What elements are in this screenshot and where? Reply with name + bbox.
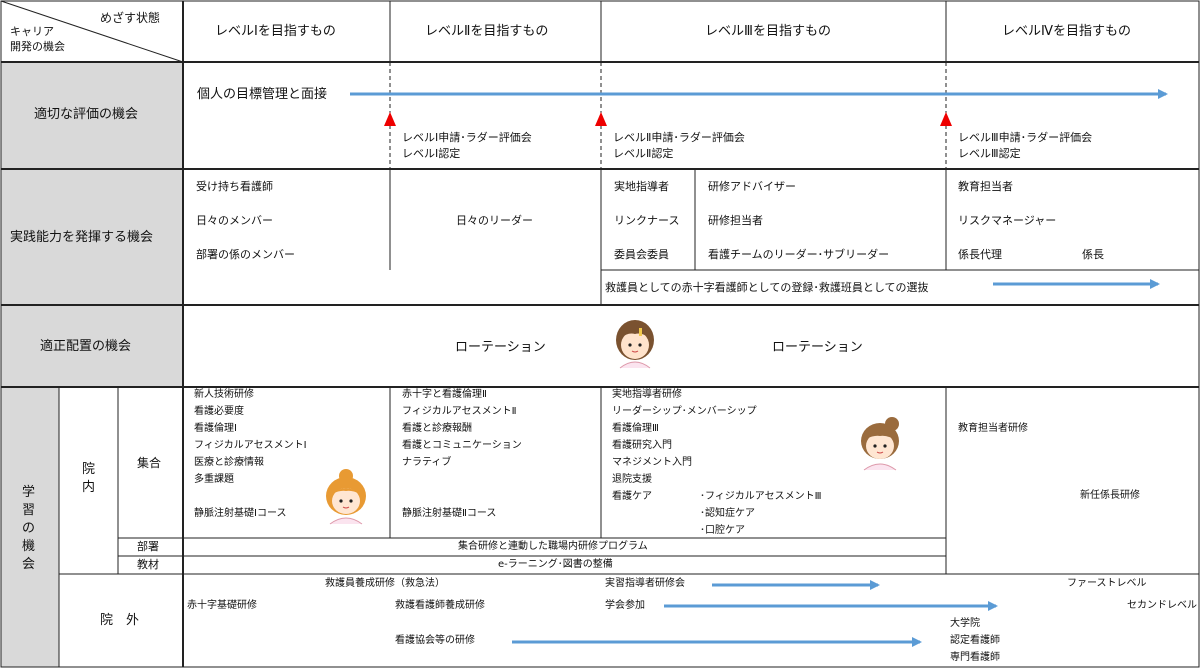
learning-c1-item-3: 看護倫理Ⅰ (194, 423, 237, 434)
learning-innai-char-2: 内 (82, 480, 96, 495)
lv3-certification: レベルⅢ認定 (958, 147, 1021, 160)
learning-busho-label: 部署 (137, 540, 159, 553)
nurse-character-orange-icon (326, 469, 366, 525)
learning-c3-item-7: 看護ケア (612, 491, 652, 502)
row-learning-char-4: 機 (22, 539, 36, 554)
practice-rescue-text: 救護員としての赤十字看護師としての登録･救護班員としての選抜 (605, 281, 929, 294)
learning-c3-item-3: 看護倫理Ⅲ (612, 423, 659, 434)
lv1-marker (384, 112, 396, 126)
learning-c3-item-5: マネジメント入門 (612, 457, 692, 468)
learning-c2-item-6: 静脈注射基礎Ⅱコース (402, 508, 497, 519)
learning-c4-item-2: 新任係長研修 (1080, 490, 1140, 501)
level-1-header: レベルⅠを目指すもの (215, 24, 336, 39)
learning-c3-care-2: ･認知症ケア (700, 508, 755, 519)
learning-c1-item-5: 医療と診療情報 (194, 457, 264, 468)
lv1-application: レベルⅠ申請･ラダー評価会 (402, 131, 532, 144)
practice-col4-item-3: 係長代理 (958, 248, 1002, 261)
learning-c1-item-2: 看護必要度 (194, 406, 244, 417)
row-learning-char-3: の (22, 521, 36, 536)
row-placement-label: 適正配置の機会 (40, 339, 132, 354)
corner-career-label: キャリア (10, 25, 54, 38)
row-learning-char-1: 学 (22, 485, 36, 500)
lv2-marker (595, 112, 607, 126)
practice-col3a-item-3: 委員会委員 (614, 248, 669, 261)
practice-col3b-item-2: 研修担当者 (708, 214, 763, 227)
learning-innai-char-1: 院 (82, 462, 96, 477)
lv2-application: レベルⅡ申請･ラダー評価会 (613, 131, 745, 144)
practice-col3b-item-1: 研修アドバイザー (708, 180, 796, 193)
row-evaluation-label: 適切な評価の機会 (34, 107, 139, 122)
level-2-header: レベルⅡを目指すもの (425, 24, 549, 39)
nurse-character-bun-icon (861, 417, 899, 471)
learning-c3-item-2: リーダーシップ･メンバーシップ (612, 406, 757, 417)
corner-goal-label: めざす状態 (100, 11, 161, 25)
level-4-header: レベルⅣを目指すもの (1002, 24, 1131, 39)
learning-c2-item-4: 看護とコミュニケーション (402, 440, 522, 451)
practice-col4-item-1: 教育担当者 (958, 180, 1013, 193)
outside-item-association: 看護協会等の研修 (395, 635, 475, 646)
placement-left-text: ローテーション (455, 340, 546, 355)
learning-shugo-label: 集合 (137, 456, 162, 470)
learning-c4-item-1: 教育担当者研修 (958, 423, 1028, 434)
practice-col4-item-4: 係長 (1082, 248, 1104, 261)
learning-ingai-label: 院 外 (100, 613, 140, 628)
practice-col1-item-3: 部署の係のメンバー (196, 248, 295, 261)
practice-col4-item-2: リスクマネージャー (958, 214, 1057, 227)
outside-item-first-level: ファーストレベル (1067, 578, 1147, 589)
learning-c3-item-1: 実地指導者研修 (612, 389, 682, 400)
learning-c3-item-6: 退院支援 (612, 474, 652, 485)
learning-c2-item-3: 看護と診療報酬 (402, 423, 472, 434)
practice-col1-item-1: 受け持ち看護師 (196, 180, 273, 193)
outside-item-rescue: 救護員養成研修（救急法） (325, 578, 445, 589)
row-practice-label: 実践能力を発揮する機会 (10, 230, 154, 245)
practice-col2-item: 日々のリーダー (456, 214, 533, 227)
practice-col3a-item-1: 実地指導者 (614, 180, 669, 193)
outside-item-basic: 赤十字基礎研修 (187, 600, 257, 611)
learning-busho-text: 集合研修と連動した職場内研修プログラム (458, 541, 648, 552)
learning-c2-item-5: ナラティブ (402, 457, 452, 468)
row-learning-char-2: 習 (22, 503, 36, 518)
learning-c1-item-7: 静脈注射基礎Ⅰコース (194, 508, 287, 519)
level-3-header: レベルⅢを目指すもの (705, 24, 831, 39)
outside-item-certified: 認定看護師 (950, 635, 1000, 646)
practice-col3a-item-2: リンクナース (614, 214, 680, 227)
outside-item-graduate: 大学院 (950, 618, 980, 629)
row-learning-char-5: 会 (22, 557, 36, 572)
placement-right-text: ローテーション (772, 340, 863, 355)
nurse-character-icon (616, 320, 654, 369)
outside-item-second-level: セカンドレベル (1127, 600, 1197, 611)
learning-kyozai-text: e-ラーニング･図書の整備 (498, 559, 613, 570)
practice-col1-item-2: 日々のメンバー (196, 214, 273, 227)
lv2-certification: レベルⅡ認定 (613, 147, 674, 160)
learning-c3-care-1: ･フィジカルアセスメントⅢ (700, 491, 822, 502)
outside-item-specialist: 専門看護師 (950, 652, 1000, 663)
lv1-certification: レベルⅠ認定 (402, 147, 461, 160)
learning-c1-item-4: フィジカルアセスメントⅠ (194, 440, 307, 451)
lv3-marker (940, 112, 952, 126)
corner-opportunity-label: 開発の機会 (10, 40, 65, 53)
learning-c2-item-2: フィジカルアセスメントⅡ (402, 406, 517, 417)
learning-c3-item-4: 看護研究入門 (612, 440, 672, 451)
lv3-application: レベルⅢ申請･ラダー評価会 (958, 131, 1093, 144)
practice-col3b-item-3: 看護チームのリーダー･サブリーダー (708, 248, 890, 261)
learning-c2-item-1: 赤十字と看護倫理Ⅱ (402, 389, 487, 400)
outside-item-rescue-nurse: 救護看護師養成研修 (395, 600, 485, 611)
learning-kyozai-label: 教材 (137, 558, 159, 571)
evaluation-main-text: 個人の目標管理と面接 (197, 87, 328, 102)
learning-c1-item-1: 新人技術研修 (194, 389, 254, 400)
outside-item-instructor: 実習指導者研修会 (605, 578, 685, 589)
outside-item-conference: 学会参加 (605, 600, 645, 611)
learning-c1-item-6: 多重課題 (194, 474, 234, 485)
learning-c3-care-3: ･口腔ケア (700, 525, 745, 536)
